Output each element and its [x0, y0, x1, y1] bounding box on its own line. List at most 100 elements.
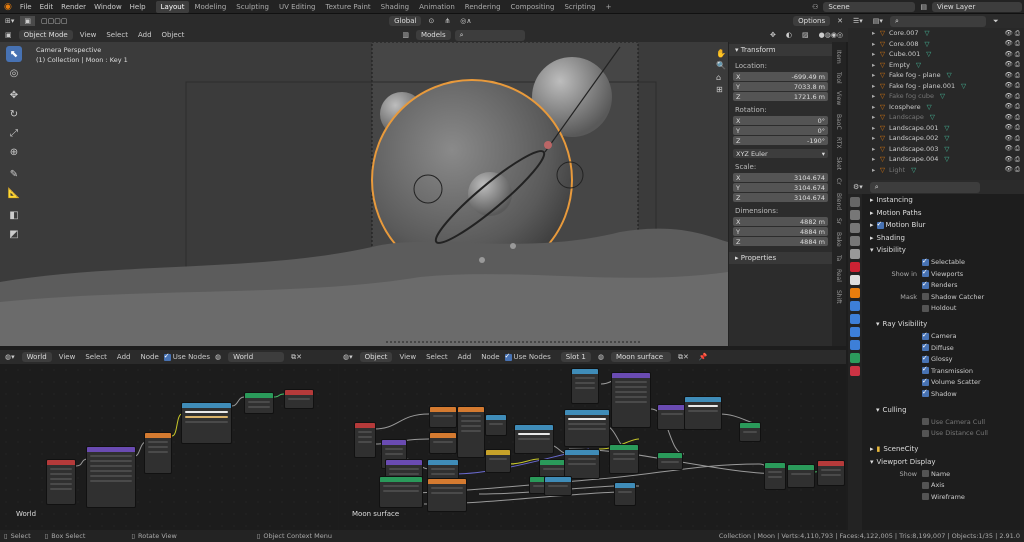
visibility-eye-icon[interactable]: 👁	[1004, 134, 1012, 142]
visibility-section[interactable]: ▾ Visibility	[862, 244, 1024, 257]
motion-blur-section[interactable]: ▸ Motion Blur	[862, 219, 1024, 232]
visibility-eye-icon[interactable]: 👁	[1004, 165, 1012, 173]
expand-arrow-icon[interactable]: ▸	[872, 113, 875, 121]
use-distance-cull-checkbox[interactable]	[922, 429, 929, 437]
renders-checkbox[interactable]	[922, 280, 929, 289]
material-copy-icon[interactable]: ⧉✕	[674, 352, 693, 363]
mat-node-noise-1[interactable]	[429, 406, 457, 428]
rotate-tool-icon[interactable]: ↻	[6, 106, 22, 122]
shading-mode-icons[interactable]: ●◍◉◎	[815, 30, 847, 40]
world-type-dropdown[interactable]: World	[21, 352, 52, 362]
cursor-tool-icon[interactable]: ◎	[6, 65, 22, 81]
npanel-tab-shift[interactable]: Shift	[835, 290, 842, 304]
motion-blur-checkbox[interactable]	[876, 220, 884, 229]
menu-file[interactable]: File	[16, 3, 36, 11]
viewport-menu-add[interactable]: Add	[134, 30, 156, 40]
object-data-props-icon[interactable]	[850, 353, 860, 363]
wireframe-checkbox[interactable]	[922, 493, 929, 501]
object-mode-icon[interactable]: ▣	[1, 30, 16, 40]
npanel-tab-sr[interactable]: Sr	[835, 218, 842, 224]
collection-props-icon[interactable]	[850, 275, 860, 285]
camera-render-icon[interactable]: ⎙	[1015, 39, 1020, 47]
gizmo-icon[interactable]: ✥	[766, 30, 780, 40]
scene-icon[interactable]: ⚇	[809, 3, 821, 11]
expand-arrow-icon[interactable]: ▸	[872, 155, 875, 163]
mode-icons[interactable]: ▢▢▢▢	[37, 16, 71, 26]
viewports-checkbox[interactable]	[922, 268, 929, 278]
workspace-tab-layout[interactable]: Layout	[155, 0, 190, 13]
scene-selector[interactable]: Scene	[823, 1, 916, 12]
orientation-dropdown[interactable]: Global	[389, 16, 422, 26]
world-menu-node[interactable]: Node	[136, 352, 162, 362]
camera-render-icon[interactable]: ⎙	[1015, 134, 1020, 142]
viewport-display-section[interactable]: ▾ Viewport Display	[862, 456, 1024, 469]
location-x-field[interactable]: X -699.49 m	[733, 72, 828, 81]
rotation-mode-dropdown[interactable]: XYZ Euler ▾	[733, 149, 828, 158]
world-node-texture-coord[interactable]	[46, 459, 76, 505]
camera-render-icon[interactable]: ⎙	[1015, 60, 1020, 68]
material-props-icon[interactable]	[850, 366, 860, 376]
visibility-eye-icon[interactable]: 👁	[1004, 81, 1012, 89]
world-props-icon[interactable]	[850, 262, 860, 272]
mat-node-bottom-2[interactable]	[427, 478, 467, 512]
material-datablock-field[interactable]: Moon surface	[610, 352, 671, 362]
mat-node-bottom-1[interactable]	[379, 476, 423, 508]
properties-editor-icon[interactable]: ⚙▾	[849, 182, 867, 192]
menu-help[interactable]: Help	[126, 3, 150, 11]
world-use-nodes-checkbox[interactable]	[163, 352, 171, 361]
name-checkbox[interactable]	[922, 470, 929, 478]
dimensions-x-field[interactable]: X 4882 m	[733, 217, 828, 226]
world-menu-view[interactable]: View	[55, 352, 80, 362]
outliner-row[interactable]: ▸ ▽ Landscape.004 ▽ 👁 ⎙	[848, 154, 1024, 165]
workspace-tab-rendering[interactable]: Rendering	[460, 1, 506, 13]
visibility-eye-icon[interactable]: 👁	[1004, 60, 1012, 68]
camera-render-icon[interactable]: ⎙	[1015, 113, 1020, 121]
snap-icon[interactable]: ⋔	[440, 16, 454, 26]
menu-render[interactable]: Render	[57, 3, 90, 11]
add-cube-tool-icon[interactable]: ◧	[6, 207, 22, 223]
add-plane-tool-icon[interactable]: ◩	[6, 226, 22, 242]
expand-arrow-icon[interactable]: ▸	[872, 166, 875, 174]
mat-node-tex-coord[interactable]	[354, 422, 376, 458]
view-layer-props-icon[interactable]	[850, 236, 860, 246]
close-icon[interactable]: ✕	[833, 16, 847, 26]
models-collection-dropdown[interactable]: Models	[415, 30, 451, 40]
npanel-tab-real[interactable]: Real	[835, 269, 842, 282]
camera-render-icon[interactable]: ⎙	[1015, 144, 1020, 152]
mat-node-noise-2[interactable]	[429, 432, 457, 454]
ray-visibility-checkbox[interactable]	[922, 377, 929, 386]
outliner-row[interactable]: ▸ ▽ Landscape ▽ 👁 ⎙	[848, 112, 1024, 123]
world-node-background[interactable]	[244, 392, 274, 414]
outliner-row[interactable]: ▸ ▽ Icosphere ▽ 👁 ⎙	[848, 102, 1024, 113]
material-datablock-icon[interactable]: ◍	[594, 352, 608, 362]
visibility-eye-icon[interactable]: 👁	[1004, 155, 1012, 163]
visibility-eye-icon[interactable]: 👁	[1004, 39, 1012, 47]
npanel-tab-view[interactable]: View	[835, 91, 842, 105]
material-editor-type-icon[interactable]: ◍▾	[339, 352, 357, 362]
measure-tool-icon[interactable]: 📐	[6, 185, 22, 201]
world-datablock-icon[interactable]: ◍	[211, 352, 225, 362]
workspace-tab-sculpting[interactable]: Sculpting	[231, 1, 274, 13]
world-node-output[interactable]	[284, 389, 314, 409]
material-node-editor[interactable]: Moon surface	[339, 364, 846, 530]
npanel-tab-baoc[interactable]: BaoC	[835, 114, 842, 130]
tool-props-icon[interactable]	[850, 197, 860, 207]
mat-node-mix-shader[interactable]	[787, 464, 815, 488]
visibility-eye-icon[interactable]: 👁	[1004, 71, 1012, 79]
view-layer-selector[interactable]: View Layer	[932, 1, 1022, 12]
npanel-tab-cr[interactable]: Cr	[835, 178, 842, 185]
view-layer-icon[interactable]: ▤	[917, 3, 930, 11]
select-mode-icon[interactable]: ▣	[20, 16, 36, 26]
workspace-tab-modeling[interactable]: Modeling	[189, 1, 231, 13]
mat-node-mid-1[interactable]	[564, 449, 600, 479]
outliner-row[interactable]: ▸ ▽ Empty ▽ 👁 ⎙	[848, 60, 1024, 71]
npanel-tab-blend[interactable]: Blend	[835, 193, 842, 210]
npanel-tab-sket[interactable]: Sket	[835, 157, 842, 170]
properties-section-header[interactable]: ▸ Properties	[729, 252, 832, 264]
expand-arrow-icon[interactable]: ▸	[872, 40, 875, 48]
mat-node-material-output[interactable]	[817, 460, 845, 486]
world-node-color-ramp[interactable]	[181, 402, 232, 444]
nav-gizmo-icons[interactable]: ✋ 🔍 ⌂ ⊞	[716, 48, 726, 96]
render-props-icon[interactable]	[850, 210, 860, 220]
slot-dropdown[interactable]: Slot 1	[560, 352, 591, 362]
